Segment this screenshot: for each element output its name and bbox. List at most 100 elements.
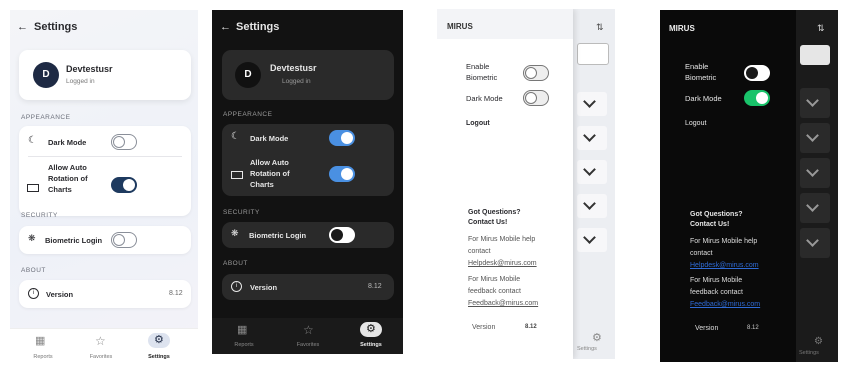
auto-rotation-toggle[interactable] [111, 177, 137, 193]
auto-rotation-toggle[interactable] [329, 166, 355, 182]
info-icon: i [28, 288, 39, 299]
brand-title: MIRUS [669, 24, 695, 33]
section-appearance: APPEARANCE [21, 114, 71, 121]
version-value: 8.12 [368, 283, 382, 290]
chevron-down-icon[interactable] [806, 199, 819, 212]
version-value: 8.12 [169, 290, 183, 297]
questions-heading-2: Contact Us! [690, 221, 730, 228]
nav-reports-label[interactable]: Reports [23, 354, 63, 360]
toggle-knob [525, 92, 537, 104]
moon-icon: ☾ [28, 135, 37, 146]
page-title: Settings [236, 21, 280, 33]
sort-icon[interactable]: ⇅ [596, 22, 604, 33]
side-drawer: MIRUS Enable Biometric Dark Mode Logout … [437, 9, 573, 359]
dark-mode-label: Dark Mode [466, 94, 503, 103]
chevron-down-icon[interactable] [806, 129, 819, 142]
chevron-down-icon[interactable] [583, 197, 596, 210]
fingerprint-icon: ❋ [28, 233, 36, 243]
gear-icon[interactable]: ⚙ [366, 322, 376, 335]
toggle-knob [113, 234, 125, 246]
dark-mode-toggle[interactable] [111, 134, 137, 150]
star-icon[interactable]: ☆ [95, 334, 106, 348]
feedback-email-link[interactable]: Feedback@mirus.com [468, 300, 538, 307]
chevron-down-icon[interactable] [583, 129, 596, 142]
section-security: SECURITY [21, 212, 58, 219]
background-list-row [577, 92, 607, 116]
security-card: ❋ Biometric Login [19, 226, 191, 254]
chevron-down-icon[interactable] [583, 163, 596, 176]
avatar: D [33, 62, 59, 88]
avatar: D [235, 62, 261, 88]
biometric-toggle[interactable] [111, 232, 137, 248]
gear-icon[interactable]: ⚙ [154, 333, 164, 346]
grid-icon[interactable]: ▦ [35, 334, 45, 347]
toggle-knob [331, 229, 343, 241]
helpdesk-email-link[interactable]: Helpdesk@mirus.com [468, 260, 537, 267]
nav-settings-label[interactable]: Settings [351, 342, 391, 348]
screen-rotation-icon [231, 171, 243, 179]
nav-favorites-label[interactable]: Favorites [288, 342, 328, 348]
logout-link[interactable]: Logout [466, 120, 490, 127]
nav-reports-label[interactable]: Reports [224, 342, 264, 348]
allow-rotation-label-2: Rotation of [250, 169, 290, 178]
background-list-row [577, 126, 607, 150]
allow-rotation-label-3: Charts [48, 185, 72, 194]
gear-icon[interactable]: ⚙ [592, 331, 602, 344]
biometric-toggle[interactable] [523, 65, 549, 81]
chevron-down-icon[interactable] [583, 231, 596, 244]
logout-link[interactable]: Logout [685, 120, 706, 127]
chevron-down-icon[interactable] [583, 95, 596, 108]
star-icon[interactable]: ☆ [303, 323, 314, 337]
dark-mode-label: Dark Mode [250, 134, 289, 143]
profile-card: D Devtestusr Logged in [19, 50, 191, 100]
enable-biometric-label-1: Enable [685, 62, 709, 71]
version-label: Version [250, 283, 278, 292]
sort-icon[interactable]: ⇅ [817, 23, 825, 34]
user-name: Devtestusr [66, 64, 113, 74]
background-search-bar [577, 43, 609, 65]
drawer-screen-dark: ⇅ ⚙ Settings MIRUS Enable Biometric Dark… [660, 10, 838, 362]
background-list-row [577, 194, 607, 218]
back-arrow-icon[interactable]: ← [220, 21, 231, 33]
bottom-nav: ▦ Reports ☆ Favorites ⚙ Settings [10, 328, 198, 366]
dark-mode-toggle[interactable] [744, 90, 770, 106]
appearance-card: ☾ Dark Mode Allow Auto Rotation of Chart… [222, 124, 394, 196]
biometric-toggle[interactable] [329, 227, 355, 243]
side-drawer: MIRUS Enable Biometric Dark Mode Logout … [660, 10, 796, 362]
background-list-row [577, 160, 607, 184]
chevron-down-icon[interactable] [806, 234, 819, 247]
version-label: Version [472, 324, 496, 331]
profile-card: D Devtestusr Logged in [222, 50, 394, 100]
help-text-2: contact [468, 248, 491, 255]
gear-icon[interactable]: ⚙ [814, 336, 823, 347]
chevron-down-icon[interactable] [806, 164, 819, 177]
about-card: i Version 8.12 [19, 280, 191, 308]
version-value: 8.12 [747, 325, 759, 331]
nav-settings-label[interactable]: Settings [577, 346, 597, 352]
help-text-1: For Mirus Mobile help [690, 238, 758, 245]
background-list-row [800, 158, 830, 188]
back-arrow-icon[interactable]: ← [17, 21, 28, 33]
toggle-knob [341, 168, 353, 180]
dark-mode-toggle[interactable] [329, 130, 355, 146]
appearance-card: ☾ Dark Mode Allow Auto Rotation of Chart… [19, 126, 191, 216]
biometric-toggle[interactable] [744, 65, 770, 81]
allow-rotation-label-1: Allow Auto [250, 158, 289, 167]
nav-settings-label[interactable]: Settings [799, 350, 819, 356]
background-list-row [800, 228, 830, 258]
section-appearance: APPEARANCE [223, 111, 273, 118]
divider [28, 156, 182, 157]
helpdesk-email-link[interactable]: Helpdesk@mirus.com [690, 262, 759, 269]
feedback-email-link[interactable]: Feedback@mirus.com [690, 301, 760, 308]
chevron-down-icon[interactable] [806, 94, 819, 107]
questions-heading-1: Got Questions? [690, 211, 743, 218]
biometric-label: Biometric Login [45, 236, 103, 245]
grid-icon[interactable]: ▦ [237, 323, 247, 336]
nav-settings-label[interactable]: Settings [139, 354, 179, 360]
background-search-bar [800, 45, 830, 65]
toggle-knob [113, 136, 125, 148]
questions-heading-2: Contact Us! [468, 219, 508, 226]
nav-favorites-label[interactable]: Favorites [81, 354, 121, 360]
feedback-text-1: For Mirus Mobile [690, 277, 743, 284]
dark-mode-toggle[interactable] [523, 90, 549, 106]
